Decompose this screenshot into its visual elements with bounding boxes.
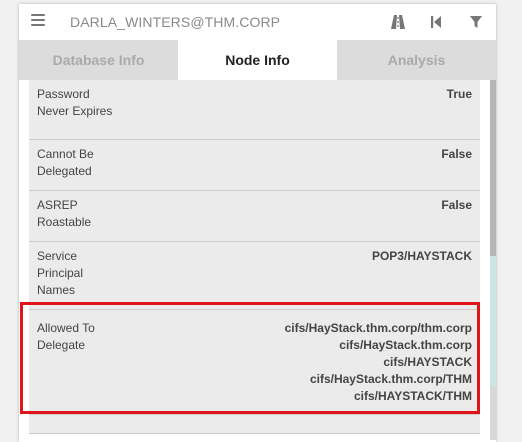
filter-icon[interactable] [467,13,485,31]
property-row: Cannot Be Delegated False [29,140,480,191]
delegate-entry: cifs/HayStack.thm.corp [339,338,472,352]
tab-database-info[interactable]: Database Info [19,40,178,80]
property-label: ASREP Roastable [37,198,92,229]
scroll-track-tint [490,256,496,386]
property-list: Password Never Expires True Cannot Be De… [29,80,480,442]
property-row: Service Principal Names POP3/HAYSTACK [29,242,480,310]
property-value: False [441,147,472,161]
road-icon[interactable] [389,13,407,31]
property-value: True [446,87,472,101]
header: DARLA_WINTERS@THM.CORP [19,4,496,40]
node-title: DARLA_WINTERS@THM.CORP [70,14,281,30]
menu-icon[interactable] [31,14,45,28]
property-value: POP3/HAYSTACK [371,249,472,263]
property-label: Password Never Expires [37,87,113,118]
skip-back-icon[interactable] [427,13,445,31]
delegate-entry: cifs/HayStack.thm.corp/THM [309,372,472,386]
property-value: False [441,198,472,212]
property-label: Allowed To Delegate [37,321,95,352]
tab-analysis[interactable]: Analysis [337,40,496,80]
property-label: Cannot Be Delegated [37,147,94,178]
property-value-list: cifs/HayStack.thm.corp/thm.corp cifs/Hay… [172,320,472,405]
tab-node-info[interactable]: Node Info [178,40,337,80]
scrollbar[interactable] [490,80,496,440]
delegate-entry: cifs/HAYSTACK [383,355,472,369]
scroll-thumb[interactable] [490,80,496,256]
delegate-entry: cifs/HayStack.thm.corp/thm.corp [284,321,472,335]
node-panel: DARLA_WINTERS@THM.CORP Database Info Nod… [19,4,496,442]
property-row-allowed-to-delegate: Allowed To Delegate cifs/HayStack.thm.co… [29,314,480,415]
next-row-stub [29,433,480,442]
app-window: DARLA_WINTERS@THM.CORP Database Info Nod… [0,0,522,442]
property-row: ASREP Roastable False [29,191,480,242]
tab-bar: Database Info Node Info Analysis [19,40,496,80]
property-label: Service Principal Names [37,249,84,297]
delegate-entry: cifs/HAYSTACK/THM [353,389,472,403]
property-row: Password Never Expires True [29,80,480,140]
